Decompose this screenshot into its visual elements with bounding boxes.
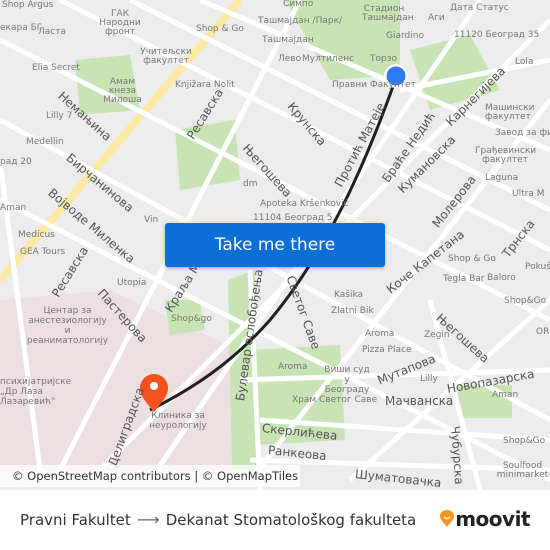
poi-label: GEA Tours	[20, 247, 66, 257]
poi-label: Zlatni Bik	[331, 306, 374, 316]
poi-label: Ташмајдан	[262, 35, 314, 45]
poi-label: Giardino	[386, 31, 424, 41]
poi-label: Utopia	[117, 278, 147, 288]
poi-label: Центар за анестезиологију и реаниматолог…	[26, 306, 109, 346]
map-attribution[interactable]: © OpenStreetMap contributors | © OpenMap…	[0, 465, 300, 487]
street-label: Чубурска	[448, 425, 467, 486]
poi-label: Ласта	[38, 27, 66, 37]
map-canvas[interactable]: Немањина Ресавска Крунска Његошева Бирча…	[0, 0, 550, 490]
poi-label: Мултиленс	[302, 54, 355, 64]
poi-label: ORE	[536, 327, 550, 337]
poi-label: Shop & Go	[196, 24, 244, 34]
poi-label: Shop&Go	[503, 436, 546, 446]
poi-label: Lilly 7	[46, 111, 73, 121]
footer-bar: Pravni Fakultet ⟶ Dekanat Stomatološkog …	[0, 490, 550, 550]
poi-label: Shop&Go	[504, 296, 547, 306]
poi-label: Pokuš	[525, 262, 550, 272]
poi-label: Лево	[278, 54, 302, 64]
poi-label: Грађевински факултет	[475, 146, 537, 165]
poi-label: Laguna	[485, 173, 519, 183]
poi-label: ГАК Народни фронт	[99, 9, 141, 37]
poi-label: Zegin	[424, 330, 450, 340]
poi-label: Машински факултет	[485, 103, 535, 122]
poi-label: Baloro	[487, 273, 516, 283]
moovit-wordmark: moovit	[455, 507, 530, 531]
poi-label: Pizza Place	[362, 345, 412, 355]
poi-label: Lilly	[420, 374, 438, 384]
poi-label: Soulfood minimarket	[496, 461, 549, 480]
poi-label: Aman	[0, 203, 27, 213]
poi-label: рад 20	[0, 157, 32, 167]
poi-label: 11120 Београд 35	[454, 30, 540, 40]
poi-label: Knjižara Nolit	[175, 80, 235, 90]
poi-label: Lola	[515, 57, 534, 67]
poi-label: Аги	[428, 13, 445, 23]
poi-label: 11104 Београд 5	[253, 213, 333, 223]
poi-label: Aroma	[278, 362, 308, 372]
poi-label: Завод за физ	[495, 128, 550, 138]
moovit-logo: moovit	[439, 507, 530, 531]
poi-label: екара БГ	[0, 23, 43, 33]
poi-label: Ultra M	[512, 189, 545, 199]
origin-name: Pravni Fakultet	[20, 510, 131, 529]
moovit-pin-icon	[440, 510, 455, 527]
poi-label: Торзо	[370, 54, 398, 64]
poi-label: Симпо	[283, 0, 314, 9]
arrow-right-icon: ⟶	[136, 510, 160, 529]
poi-label: dm	[243, 179, 258, 189]
poi-label: Medellin	[26, 137, 64, 147]
destination-name: Dekanat Stomatološkog fakulteta	[165, 510, 417, 529]
poi-label: Tegla Bar	[443, 274, 485, 284]
route-summary: Pravni Fakultet ⟶ Dekanat Stomatološkog …	[20, 510, 416, 529]
poi-label: Apoteka Kršenković	[260, 199, 349, 209]
poi-label: Учитељски факултет	[140, 47, 192, 66]
poi-label: Shop&go	[171, 314, 212, 324]
poi-label: Elia Secret	[32, 63, 80, 73]
poi-label: Shop Argus	[2, 0, 54, 10]
street-label: Мачванска	[385, 394, 454, 408]
poi-label: Kašika	[334, 290, 364, 300]
poi-label: Храм Светог Саве	[292, 395, 378, 405]
poi-label: Aroma	[365, 329, 395, 339]
poi-label: Амам кнеза Милоша	[103, 77, 142, 105]
poi-label: Aman	[492, 390, 519, 400]
poi-label: Ташмајдан /Парк/	[258, 16, 343, 26]
poi-label: Виши суд у Београду	[324, 365, 370, 395]
poi-label: психијатријске „Др Лаза Лазаревић“	[0, 377, 72, 407]
poi-label: Правни Факултет	[332, 80, 416, 90]
poi-label: Medicus	[18, 230, 55, 240]
take-me-there-button[interactable]: Take me there	[165, 223, 385, 267]
poi-label: Vin	[144, 215, 159, 225]
poi-label: Shop & Go	[448, 254, 496, 264]
poi-label: Стадион Ташмајдан	[362, 4, 414, 23]
poi-label: Дата Статус	[450, 3, 509, 13]
destination-label: Клиника за неурологију	[149, 411, 207, 431]
